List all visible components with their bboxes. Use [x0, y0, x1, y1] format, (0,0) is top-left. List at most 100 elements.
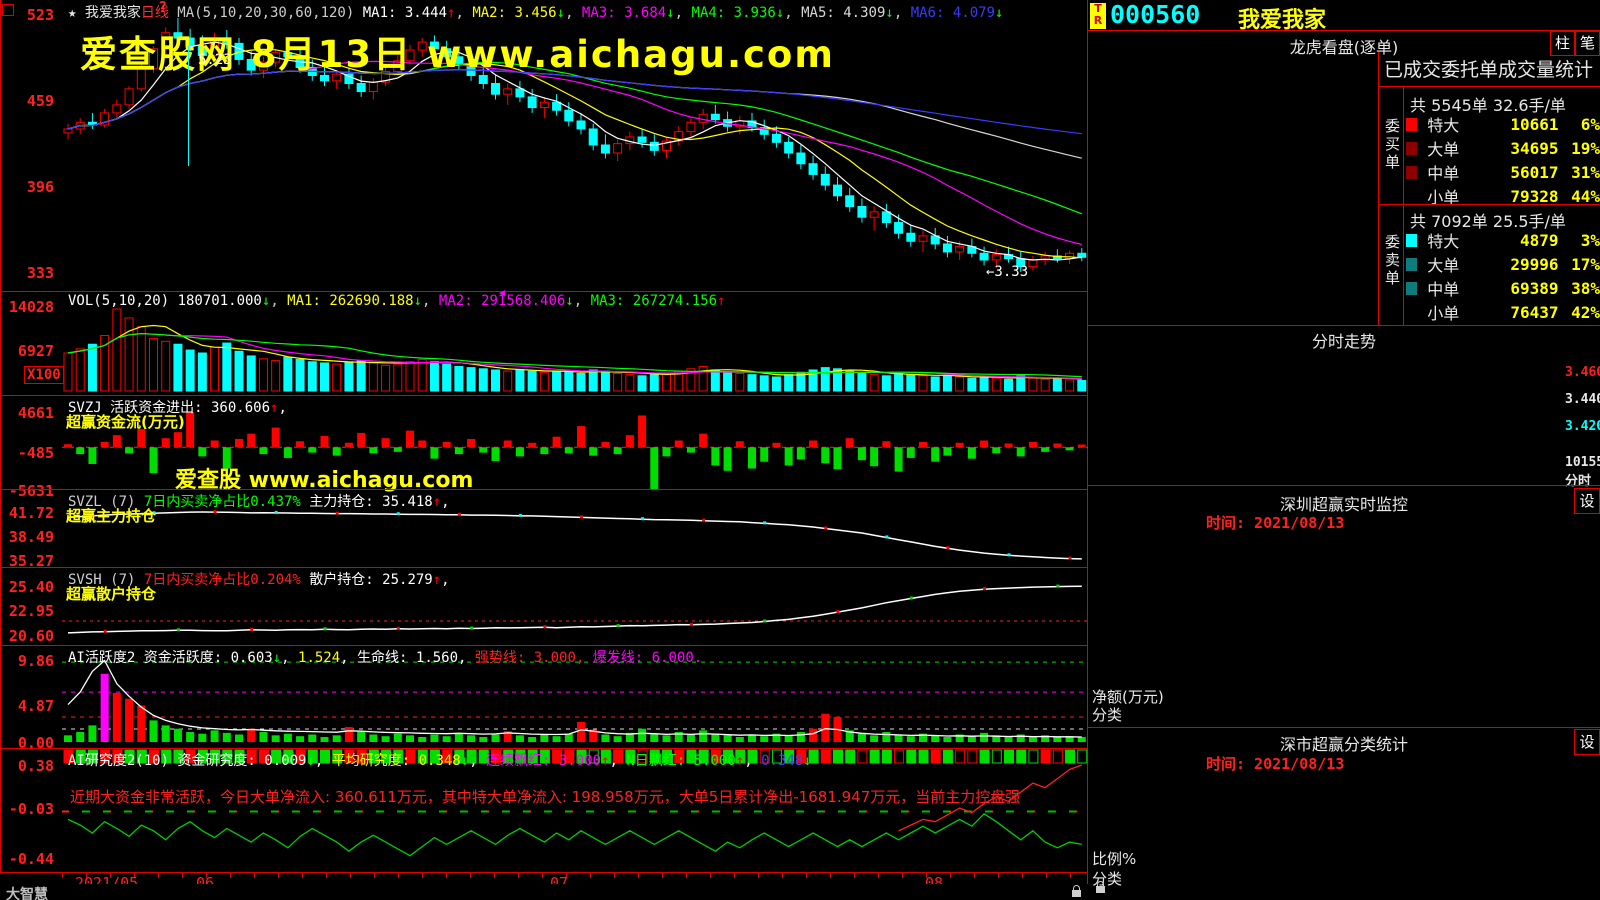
y-tick: 0.38 [2, 757, 54, 775]
category-percent: 31% [1559, 163, 1600, 182]
y-tick: -485 [2, 444, 54, 462]
header-segment: 1.524 [298, 650, 340, 666]
header-segment: , [574, 293, 591, 309]
bar-mode-button[interactable]: 柱 [1550, 31, 1575, 56]
category-swatch [1406, 166, 1417, 179]
category-value: 56017 [1488, 163, 1559, 182]
header-segment: AI研究度2(10) 资金研究度: 0.009 [68, 753, 306, 769]
ai-research-summary: 近期大资金非常活跃，今日大单净流入: 360.611万元，其中特大单净流入: 1… [70, 786, 1020, 807]
sell-rows: 特大48793%大单2999617%中单6938938%小单7643742% [1403, 228, 1600, 324]
y-tick: 6927 [2, 342, 54, 360]
category-name: 中单 [1427, 160, 1487, 184]
order-stats-row: 大单3469519% [1403, 136, 1600, 160]
header-segment: MA3: 267274.156 [591, 293, 717, 309]
header-segment: ↓ [885, 5, 893, 21]
category-value: 10661 [1488, 115, 1559, 134]
intraday-chart[interactable] [1111, 345, 1563, 485]
order-stats-row: 大单2999617% [1403, 252, 1600, 276]
low-annotation: ←3.33 [986, 264, 1028, 280]
tr-badge[interactable]: TR [1090, 3, 1106, 29]
header-segment: MA6: 4.079 [911, 5, 995, 21]
order-stats-row: 特大106616% [1403, 112, 1600, 136]
monitor-time: 时间: 2021/08/13 [1206, 512, 1344, 533]
category-percent: 38% [1559, 279, 1600, 298]
y-tick: 459 [2, 92, 54, 110]
category-percent: 44% [1559, 187, 1600, 206]
y-tick: 4.87 [2, 697, 54, 715]
y-tick: 14028 [2, 298, 54, 316]
header-segment: MA4: 3.936 [692, 5, 776, 21]
y-tick: 38.49 [2, 528, 54, 546]
category-swatch [1406, 258, 1417, 271]
intraday-low-label: 3.420 [1565, 419, 1600, 434]
buy-rows: 特大106616%大单3469519%中单5601731%小单7932844% [1403, 112, 1600, 208]
szstats-settings-button[interactable]: 设 [1574, 729, 1600, 755]
header-segment: 平均研究度: 0.348 [332, 753, 461, 769]
header-segment: , [744, 753, 761, 769]
header-segment: ↓ [414, 293, 422, 309]
order-stats-row: 中单5601731% [1403, 160, 1600, 184]
category-swatch [1406, 282, 1417, 295]
kline-header: ★ 我爱我家日线 MA(5,10,20,30,60,120) MA1: 3.44… [68, 2, 1003, 22]
header-segment: ↓ [306, 753, 314, 769]
header-segment: MA1: 3.444 [363, 5, 447, 21]
sell-orders-label: 委卖单 [1382, 234, 1403, 288]
category-name: 特大 [1427, 112, 1487, 136]
header-segment: 0.348 [761, 753, 803, 769]
header-segment: 7日内买卖净占比0.204% [144, 572, 301, 588]
y-tick: 523 [2, 6, 54, 24]
multiplier-badge: X100 [24, 366, 64, 384]
header-segment: , [784, 5, 801, 21]
lock-icon[interactable] [1096, 886, 1105, 893]
szstats-ylabel: 比例% [1092, 848, 1136, 869]
header-segment: , [610, 753, 627, 769]
category-value: 4879 [1488, 231, 1559, 250]
header-segment: ↑ [601, 753, 609, 769]
app-logo[interactable]: 大智慧 [6, 884, 48, 900]
y-tick: 25.40 [2, 578, 54, 596]
header-segment: , [422, 293, 439, 309]
y-tick: 9.86 [2, 652, 54, 670]
kline-region: ? ★ 我爱我家日线 MA(5,10,20,30,60,120) MA1: 3.… [0, 0, 1088, 900]
header-segment: , [455, 5, 472, 21]
category-value: 34695 [1488, 139, 1559, 158]
header-segment: , 生命线: 1.560, [340, 650, 475, 666]
y-tick: -0.44 [2, 850, 54, 868]
volume-header: VOL(5,10,20) 180701.000↓, MA1: 262690.18… [68, 293, 726, 309]
intraday-x-label: 分时 [1565, 470, 1591, 489]
y-tick: 20.60 [2, 627, 54, 645]
pen-mode-button[interactable]: 笔 [1575, 31, 1600, 56]
category-percent: 6% [1559, 115, 1600, 134]
status-bar: 大智慧 [0, 884, 1088, 900]
stock-code: 000560 [1110, 0, 1200, 29]
category-value: 29996 [1488, 255, 1559, 274]
order-stats-row: 中单6938938% [1403, 276, 1600, 300]
lock-icon[interactable] [1072, 890, 1081, 897]
svsh-subtitle: 超赢散户持仓 [66, 583, 156, 604]
header-segment: ↓ [666, 5, 674, 21]
category-swatch [1406, 190, 1417, 203]
marker-icon: ◄ [497, 288, 507, 299]
category-swatch [1406, 234, 1417, 247]
category-value: 79328 [1488, 187, 1559, 206]
header-segment: ↑ [433, 572, 441, 588]
order-stats-row: 特大48793% [1403, 228, 1600, 252]
trading-terminal: ? ★ 我爱我家日线 MA(5,10,20,30,60,120) MA1: 3.… [0, 0, 1600, 900]
order-stats-title: 已成交委托单成交量统计 [1384, 55, 1593, 82]
header-segment: ↑ [736, 753, 744, 769]
header-segment: ↓ [565, 293, 573, 309]
category-name: 大单 [1427, 252, 1487, 276]
header-segment: ↓ [776, 5, 784, 21]
header-segment: ↓ [803, 753, 811, 769]
category-name: 小单 [1427, 300, 1487, 324]
order-pie-chart[interactable] [1092, 40, 1368, 322]
side-panel-region: TR 000560 我爱我家 龙虎看盘(逐单) 柱 笔 已成交委托单成交量统计 … [1088, 0, 1600, 900]
y-tick: 41.72 [2, 504, 54, 522]
szstats-title: 深市超赢分类统计 [1088, 731, 1600, 755]
header-segment: MA2: 3.456 [472, 5, 556, 21]
monitor-settings-button[interactable]: 设 [1574, 488, 1600, 514]
header-segment: 强势线: 3.000, [475, 650, 593, 666]
header-segment: , [270, 293, 287, 309]
category-percent: 19% [1559, 139, 1600, 158]
ai-research-header: AI研究度2(10) 资金研究度: 0.009↓, 平均研究度: 0.348↓,… [68, 750, 812, 770]
